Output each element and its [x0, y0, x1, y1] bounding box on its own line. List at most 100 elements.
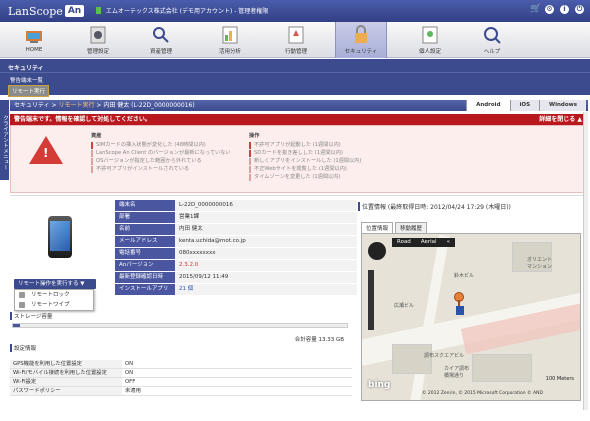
menu-remote-lock[interactable]: リモートロック	[15, 290, 93, 300]
page-scrollbar[interactable]	[583, 112, 588, 410]
warning-mark: !	[43, 146, 49, 160]
trash-icon	[19, 302, 25, 308]
settings-row: GPS機能を利用した位置設定 ON	[10, 360, 352, 369]
tab-windows[interactable]: Windows	[539, 100, 586, 111]
settings-icon	[90, 26, 106, 44]
logo-badge: An	[64, 5, 85, 17]
home-icon	[26, 31, 42, 43]
device-row: メールアドレス kenta.uchida@mot.co.jp	[115, 236, 357, 247]
map-label: カイア調布 橋場通り	[444, 366, 470, 379]
map-mode-bar: Road Aerial «	[392, 238, 455, 247]
map-copyright: © 2012 Zenrin, © 2015 Microsoft Corporat…	[422, 391, 543, 396]
map-label: 鈴木ビル	[454, 273, 475, 279]
map-mode-aerial[interactable]: Aerial	[416, 238, 442, 247]
map-view[interactable]: オリエント マンション 鈴木ビル 広瀬ビル 調布スクエアビル カイア調布 橋場通…	[361, 233, 581, 401]
device-row: 電話番号 080xxxxxxxx	[115, 248, 357, 259]
power-icon[interactable]: ⏻	[575, 5, 584, 14]
lock-icon	[19, 292, 25, 298]
breadcrumb-link[interactable]: リモート実行	[58, 102, 94, 109]
user-icon	[422, 26, 438, 44]
settings-gear-icon[interactable]: ⚙	[545, 5, 554, 14]
breadcrumb-current: 内田 健太 (L-22D_0000000016)	[103, 102, 195, 109]
warning-item: タイムゾーンを変更した (1週間以内)	[249, 174, 409, 181]
storage-label: ストレージ容量	[10, 312, 52, 320]
device-row: Anバージョン 2.3.2.0	[115, 260, 357, 271]
person-marker-icon	[456, 306, 464, 315]
device-row: 最新登録確認日時 2015/09/12 11:49	[115, 272, 357, 283]
alert-bar: 警告端末です。情報を確認して対処してください。 詳細を閉じる ▲	[10, 114, 588, 125]
settings-row: Wi-Fi設定 OFF	[10, 378, 352, 387]
security-icon	[355, 25, 367, 43]
client-menu-tab[interactable]: クライアントメニュー	[0, 100, 9, 180]
security-subbar: セキュリティ 警告端末一覧 リモート実行	[0, 59, 590, 97]
close-details-button[interactable]: 詳細を閉じる ▲	[539, 114, 582, 125]
warning-item: SDカードを抜き差しした (1週間以内)	[249, 150, 409, 157]
alert-message: 警告端末です。情報を確認して対処してください。	[14, 116, 151, 123]
help-icon	[484, 27, 501, 44]
warnings-panel: ! 資産 SIMカードの挿入状態が変化した (48時間以内) LanScope …	[10, 125, 588, 193]
settings-title: 設定情報	[10, 344, 352, 352]
storage-section: ストレージ容量 合計容量 13.33 GB	[10, 312, 352, 343]
warning-item: 新しくアプリをインストールした (1週間以内)	[249, 158, 409, 165]
warning-item: OSバージョンが指定した範囲から外れている	[91, 158, 251, 165]
breadcrumb-root[interactable]: セキュリティ	[14, 102, 50, 109]
map-label: 調布スクエアビル	[424, 353, 465, 359]
nav-home[interactable]: HOME	[8, 22, 60, 58]
section-title: セキュリティ	[8, 65, 44, 72]
account-status-icon	[96, 7, 101, 14]
nav-asset[interactable]: 資産管理	[135, 22, 187, 58]
location-panel: 位置情報 (最終取得日時: 2012/04/24 17:29 (木曜日)) 位置…	[358, 200, 586, 410]
map-label: オリエント マンション	[527, 257, 553, 270]
nav-personal[interactable]: 個人設定	[404, 22, 456, 58]
device-row: インストールアプリ 21 個	[115, 284, 357, 295]
storage-total: 合計容量 13.33 GB	[294, 337, 344, 343]
warnings-assets: 資産 SIMカードの挿入状態が変化した (48時間以内) LanScope An…	[91, 132, 251, 174]
warning-item: 不許可アプリが起動した (1週間以内)	[249, 142, 409, 149]
smartphone-icon	[48, 216, 72, 258]
os-tabs: Android iOS Windows	[466, 100, 586, 111]
map-collapse[interactable]: «	[442, 238, 455, 247]
warning-item: SIMカードの挿入状態が変化した (48時間以内)	[91, 142, 251, 149]
installed-apps-link[interactable]: 21 個	[175, 284, 357, 295]
menu-remote-wipe[interactable]: リモートワイプ	[15, 300, 93, 310]
storage-bar	[12, 323, 348, 328]
tab-ios[interactable]: iOS	[509, 100, 540, 111]
map-zoom-slider[interactable]	[368, 270, 374, 330]
subnav-warning-list[interactable]: 警告端末一覧	[10, 76, 43, 84]
nav-analysis[interactable]: 活用分析	[204, 22, 256, 58]
device-row: 端末名 L-22D_0000000016	[115, 200, 357, 211]
top-bar: LanScope An エムオーテックス株式会社 (デモ用アカウント) - 管理…	[0, 0, 590, 22]
activity-icon	[288, 26, 304, 44]
lanscope-logo[interactable]: LanScope An	[8, 4, 85, 18]
map-mode-road[interactable]: Road	[392, 238, 416, 247]
account-label: エムオーテックス株式会社 (デモ用アカウント) - 管理者権限	[105, 8, 269, 15]
warning-item: 不正Webサイトを閲覧した (1週間以内)	[249, 166, 409, 173]
remote-operation-button[interactable]: リモート操作を実行する ▼	[14, 279, 96, 289]
asset-icon	[153, 27, 169, 43]
location-header: 位置情報 (最終取得日時: 2012/04/24 17:29 (木曜日))	[358, 202, 511, 211]
cart-icon[interactable]: 🛒	[530, 5, 541, 14]
nav-admin-settings[interactable]: 管理設定	[72, 22, 124, 58]
settings-row: パスワードポリシー 未適用	[10, 387, 352, 396]
storage-fill	[13, 324, 20, 327]
main-nav: HOME 管理設定 資産管理 活用分析 行動管理 セキュリティ 個人設定 ヘルプ	[0, 22, 590, 58]
remote-operation-menu: リモートロック リモートワイプ	[14, 289, 94, 311]
bing-logo: bing	[368, 380, 391, 390]
analysis-icon	[222, 26, 238, 44]
settings-row: Wi-Fi/モバイル接続を利用した位置設定 ON	[10, 369, 352, 378]
logo-text: LanScope	[8, 4, 63, 18]
warnings-operations: 操作 不許可アプリが起動した (1週間以内) SDカードを抜き差しした (1週間…	[249, 132, 409, 182]
device-info-table: 端末名 L-22D_0000000016 部署 営業1課 名前 内田 健太 メールアド…	[115, 200, 357, 296]
subnav-remote-exec[interactable]: リモート実行	[8, 85, 50, 97]
nav-help[interactable]: ヘルプ	[466, 22, 518, 58]
device-row: 名前 内田 健太	[115, 224, 357, 235]
nav-activity[interactable]: 行動管理	[270, 22, 322, 58]
top-icons: 🛒 ⚙ i ⏻	[530, 5, 584, 14]
tab-android[interactable]: Android	[466, 100, 510, 111]
info-icon[interactable]: i	[560, 5, 569, 14]
nav-security[interactable]: セキュリティ	[335, 22, 387, 58]
settings-section: 設定情報 GPS機能を利用した位置設定 ON Wi-Fi/モバイル接続を利用した位…	[10, 344, 352, 396]
map-pan-control[interactable]	[368, 242, 386, 260]
map-scale: 100 Meters	[545, 376, 574, 382]
warning-item: 不許可アプリがインストールされている	[91, 166, 251, 173]
